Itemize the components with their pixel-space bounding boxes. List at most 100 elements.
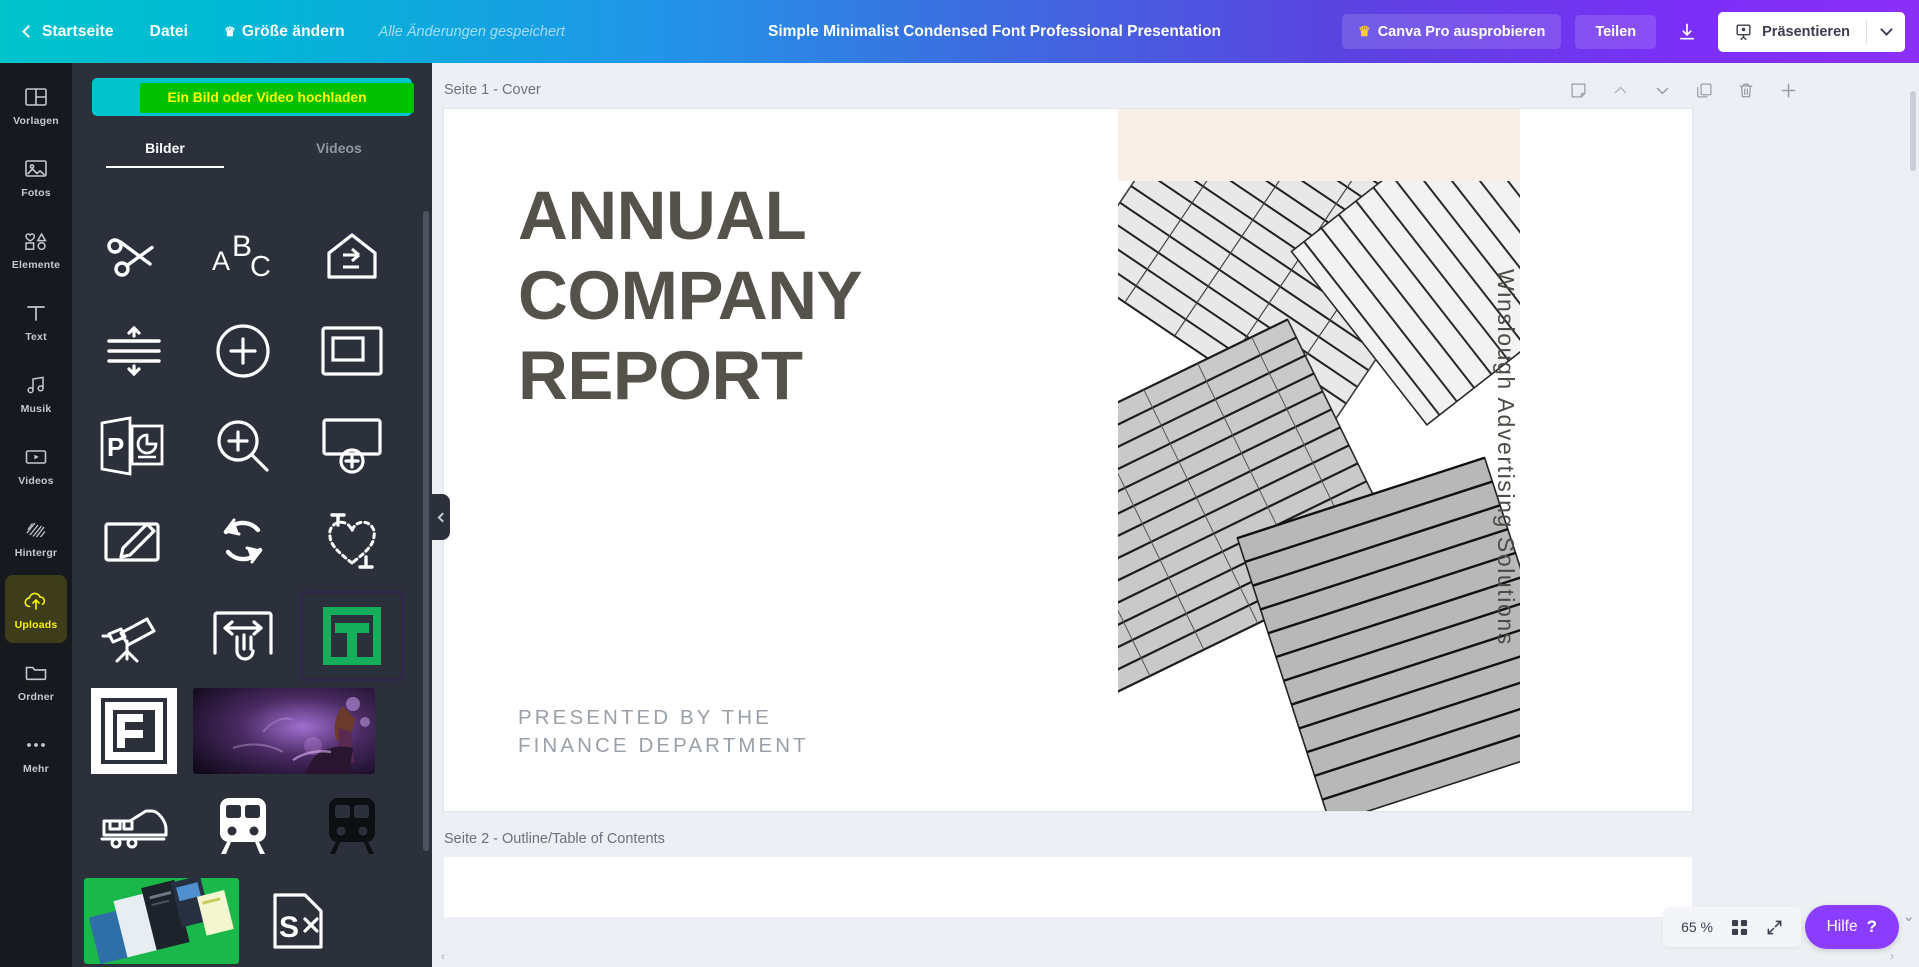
videos-icon: [23, 444, 49, 470]
thumbnail-train-side-icon[interactable]: [84, 783, 184, 869]
grid-view-icon[interactable]: [1731, 919, 1748, 936]
thumbnail-tram-front-dark-icon[interactable]: [302, 783, 402, 869]
tab-bilder[interactable]: Bilder: [78, 130, 252, 168]
page1-header: Seite 1 - Cover: [432, 79, 1919, 101]
top-toolbar-left: Startseite Datei ♛ Größe ändern Alle Änd…: [0, 0, 581, 63]
thumbnail-zoom-in-icon[interactable]: [193, 403, 293, 489]
thumbnail-powerpoint-icon[interactable]: P: [84, 403, 184, 489]
sidebar-item-videos[interactable]: Videos: [5, 431, 67, 499]
guitarist-photo-image: [193, 688, 375, 774]
crown-gold-icon: ♛: [1358, 23, 1371, 39]
thumbnail-green-m-logo[interactable]: [300, 591, 404, 681]
sidebar-label-musik: Musik: [20, 402, 52, 415]
slide-canvas-page1[interactable]: ANNUAL COMPANY REPORT PRESENTED BY THE F…: [444, 109, 1692, 811]
fullscreen-icon[interactable]: [1766, 919, 1783, 936]
uploads-grid-scroll[interactable]: A B C P S: [72, 203, 432, 967]
sidebar-item-uploads[interactable]: Uploads: [5, 575, 67, 643]
folder-icon: [23, 660, 49, 686]
thumbnail-abc-letters-icon[interactable]: A B C: [193, 213, 293, 299]
slide-canvas-page2[interactable]: [444, 857, 1692, 917]
slide-subtitle-line-1: PRESENTED BY THE: [518, 706, 772, 729]
document-title[interactable]: Simple Minimalist Condensed Font Profess…: [768, 23, 1221, 41]
sidebar-item-elemente[interactable]: Elemente: [5, 215, 67, 283]
try-canva-pro-button[interactable]: ♛ Canva Pro ausprobieren: [1342, 14, 1562, 49]
share-button[interactable]: Teilen: [1575, 14, 1657, 49]
uploads-tabs: Bilder Videos: [72, 130, 432, 168]
home-label: Startseite: [42, 22, 114, 40]
crown-icon: ♛: [224, 23, 236, 39]
scroll-right-arrow-icon[interactable]: ›: [1885, 949, 1899, 963]
upload-cloud-icon: [23, 588, 49, 614]
move-page-down-button[interactable]: [1651, 79, 1673, 101]
thumbnail-refresh-cycle-icon[interactable]: [193, 498, 293, 584]
left-sidebar-rail: Vorlagen Fotos Elemente Text Musik Video…: [0, 63, 72, 967]
slide-building-photo[interactable]: [1118, 181, 1520, 811]
sidebar-label-elemente: Elemente: [11, 258, 61, 271]
thumbnail-house-arrow-icon[interactable]: [302, 213, 402, 299]
save-status: Alle Änderungen gespeichert: [378, 23, 565, 40]
present-dropdown-button[interactable]: [1867, 12, 1905, 52]
file-label: Datei: [149, 22, 189, 40]
thumbnail-dashed-heart-icon[interactable]: [302, 498, 402, 584]
chevron-left-icon: [22, 24, 35, 38]
top-toolbar: Startseite Datei ♛ Größe ändern Alle Änd…: [0, 0, 1919, 63]
sidebar-item-musik[interactable]: Musik: [5, 359, 67, 427]
chevron-left-small-icon: [437, 512, 448, 522]
slide-vertical-company-text[interactable]: Winslough Advertising Solutions: [1492, 269, 1519, 646]
thumbnail-window-frame-icon[interactable]: [302, 308, 402, 394]
thumbnail-brochure-green-photo[interactable]: [84, 878, 239, 964]
zoom-level-value[interactable]: 65 %: [1681, 919, 1713, 935]
svg-text:A: A: [212, 246, 230, 276]
white-e-logo-icon: [101, 698, 167, 764]
slide-title[interactable]: ANNUAL COMPANY REPORT: [518, 177, 863, 421]
thumbnail-line-spacing-icon[interactable]: [84, 308, 184, 394]
sidebar-item-text[interactable]: Text: [5, 287, 67, 355]
tab-videos-label: Videos: [316, 140, 362, 156]
move-page-up-button[interactable]: [1609, 79, 1631, 101]
sidebar-label-mehr: Mehr: [23, 762, 49, 775]
thumbnail-plus-circle-icon[interactable]: [193, 308, 293, 394]
thumbnail-edit-note-icon[interactable]: [84, 498, 184, 584]
thumbnail-add-frame-icon[interactable]: [302, 403, 402, 489]
sidebar-item-hintergrund[interactable]: Hintergr: [5, 503, 67, 571]
thumbnail-guitarist-photo[interactable]: [193, 688, 375, 774]
upload-image-or-video-button[interactable]: Ein Bild oder Video hochladen: [92, 78, 414, 116]
green-m-logo-icon: [323, 607, 381, 665]
sidebar-item-vorlagen[interactable]: Vorlagen: [5, 71, 67, 139]
sidebar-item-fotos[interactable]: Fotos: [5, 143, 67, 211]
svg-text:S: S: [279, 911, 299, 944]
slide-subtitle[interactable]: PRESENTED BY THE FINANCE DEPARTMENT: [518, 704, 809, 759]
page2-label: Seite 2 - Outline/Table of Contents: [444, 831, 665, 847]
thumbnail-scissors-icon[interactable]: [84, 213, 184, 299]
tab-videos[interactable]: Videos: [252, 130, 426, 168]
home-button[interactable]: Startseite: [18, 0, 132, 63]
thumbnail-document-image-icon[interactable]: S: [248, 878, 348, 964]
page1-label: Seite 1 - Cover: [444, 82, 541, 98]
panel-collapse-handle[interactable]: [432, 494, 450, 540]
uploads-panel-scrollbar[interactable]: [423, 211, 429, 851]
uploads-grid: A B C P S: [84, 203, 420, 964]
thumbnail-drag-resize-icon[interactable]: [193, 593, 293, 679]
download-button[interactable]: [1666, 13, 1708, 51]
sticky-note-button[interactable]: [1567, 79, 1589, 101]
sidebar-item-mehr[interactable]: Mehr: [5, 719, 67, 787]
canvas-vertical-scrollbar[interactable]: [1910, 91, 1916, 171]
slide-title-line-1: ANNUAL: [518, 177, 807, 254]
file-menu-button[interactable]: Datei: [132, 0, 206, 63]
resize-label: Größe ändern: [241, 22, 345, 40]
sidebar-item-ordner[interactable]: Ordner: [5, 647, 67, 715]
add-page-button[interactable]: [1777, 79, 1799, 101]
thumbnail-white-e-logo[interactable]: [84, 688, 184, 774]
thumbnail-telescope-icon[interactable]: [84, 593, 184, 679]
right-panel-caret-icon[interactable]: ⌄: [1902, 907, 1915, 925]
help-label: Hilfe: [1826, 918, 1858, 935]
duplicate-page-button[interactable]: [1693, 79, 1715, 101]
brochure-photo-image: [84, 878, 239, 964]
thumbnail-tram-front-icon[interactable]: [193, 783, 293, 869]
canvas-scroll-area[interactable]: Seite 1 - Cover ANNUAL COMPANY REPORT PR…: [432, 63, 1919, 967]
delete-page-button[interactable]: [1735, 79, 1757, 101]
present-button[interactable]: Präsentieren: [1718, 12, 1866, 52]
scroll-left-arrow-icon[interactable]: ‹: [436, 949, 450, 963]
help-button[interactable]: Hilfe ?: [1804, 905, 1899, 949]
resize-button[interactable]: ♛ Größe ändern: [206, 0, 363, 63]
